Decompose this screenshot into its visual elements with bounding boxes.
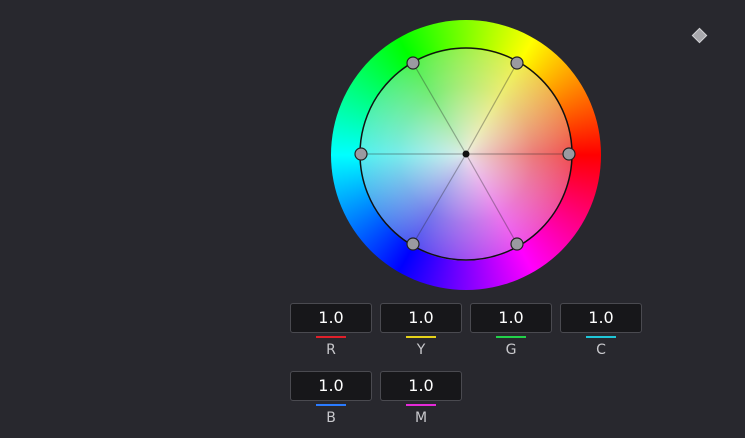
center-point[interactable] bbox=[462, 150, 470, 158]
value-input-r[interactable]: 1.0 bbox=[290, 303, 372, 333]
color-underline-r bbox=[316, 336, 346, 338]
field-r: 1.0 R bbox=[290, 303, 372, 358]
color-underline-b bbox=[316, 404, 346, 406]
spoke-green bbox=[412, 62, 467, 155]
label-g: G bbox=[505, 342, 517, 358]
value-input-c[interactable]: 1.0 bbox=[560, 303, 642, 333]
handle-magenta[interactable] bbox=[510, 237, 524, 251]
handle-blue[interactable] bbox=[406, 237, 420, 251]
label-m: M bbox=[414, 410, 428, 426]
handle-yellow[interactable] bbox=[510, 56, 524, 70]
spoke-blue bbox=[412, 153, 467, 245]
value-input-g[interactable]: 1.0 bbox=[470, 303, 552, 333]
field-m: 1.0 M bbox=[380, 371, 462, 426]
label-b: B bbox=[326, 410, 336, 426]
value-input-b[interactable]: 1.0 bbox=[290, 371, 372, 401]
spoke-magenta bbox=[465, 153, 518, 245]
hue-wheel[interactable] bbox=[331, 20, 601, 290]
handle-red[interactable] bbox=[562, 147, 576, 161]
field-c: 1.0 C bbox=[560, 303, 642, 358]
wheel-overlay bbox=[354, 47, 576, 261]
field-b: 1.0 B bbox=[290, 371, 372, 426]
handle-green[interactable] bbox=[406, 56, 420, 70]
color-underline-g bbox=[496, 336, 526, 338]
value-input-y[interactable]: 1.0 bbox=[380, 303, 462, 333]
label-y: Y bbox=[416, 342, 426, 358]
spoke-yellow bbox=[465, 62, 518, 155]
color-underline-y bbox=[406, 336, 436, 338]
handle-cyan[interactable] bbox=[354, 147, 368, 161]
keyframe-diamond-icon[interactable] bbox=[691, 27, 708, 44]
label-c: C bbox=[596, 342, 606, 358]
field-y: 1.0 Y bbox=[380, 303, 462, 358]
value-input-m[interactable]: 1.0 bbox=[380, 371, 462, 401]
color-underline-c bbox=[586, 336, 616, 338]
color-underline-m bbox=[406, 404, 436, 406]
label-r: R bbox=[326, 342, 336, 358]
field-g: 1.0 G bbox=[470, 303, 552, 358]
